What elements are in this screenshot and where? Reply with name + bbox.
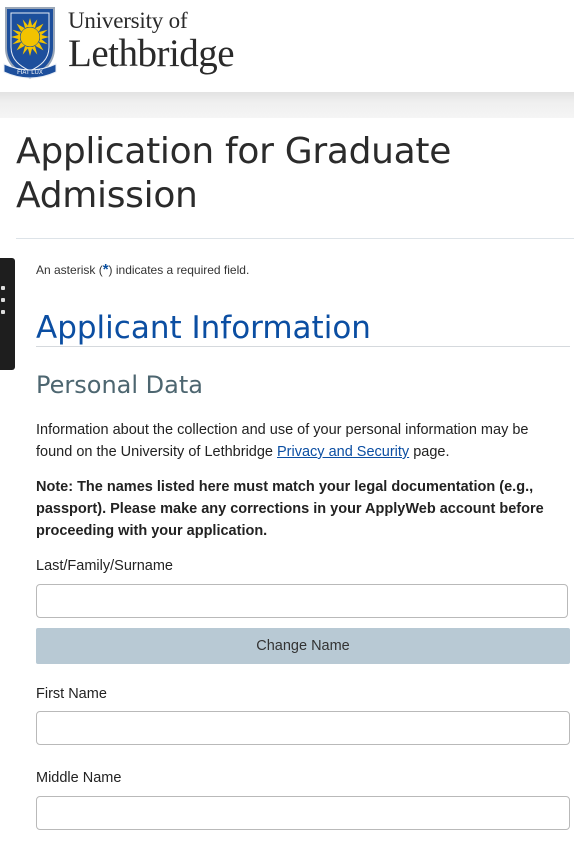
logo-line-1: University of bbox=[68, 8, 188, 33]
header-divider-band bbox=[0, 92, 574, 118]
middle-name-label: Middle Name bbox=[36, 770, 122, 786]
privacy-security-link[interactable]: Privacy and Security bbox=[277, 444, 409, 460]
section-divider bbox=[36, 346, 570, 347]
last-name-input[interactable] bbox=[36, 584, 568, 618]
university-crest-icon[interactable]: FIAT LUX bbox=[2, 4, 58, 82]
title-divider bbox=[16, 238, 574, 239]
logo-line-2: Lethbridge bbox=[68, 32, 235, 75]
first-name-input[interactable] bbox=[36, 711, 570, 745]
university-logo-text[interactable]: University of Lethbridge bbox=[68, 8, 235, 75]
required-note-prefix: An asterisk ( bbox=[36, 263, 103, 277]
site-header: FIAT LUX University of Lethbridge bbox=[0, 0, 574, 92]
menu-dot-icon bbox=[1, 286, 5, 290]
privacy-info-after: page. bbox=[409, 444, 450, 460]
menu-dot-icon bbox=[1, 310, 5, 314]
required-field-note: An asterisk (*) indicates a required fie… bbox=[36, 261, 249, 278]
page-title: Application for Graduate Admission bbox=[16, 131, 452, 216]
menu-dot-icon bbox=[1, 298, 5, 302]
privacy-info-text: Information about the collection and use… bbox=[36, 419, 566, 463]
subsection-heading: Personal Data bbox=[36, 371, 203, 399]
required-note-suffix: ) indicates a required field. bbox=[108, 263, 250, 277]
legal-name-note: Note: The names listed here must match y… bbox=[36, 479, 544, 539]
first-name-label: First Name bbox=[36, 686, 107, 702]
crest-motto: FIAT LUX bbox=[17, 70, 43, 76]
side-menu-tab[interactable] bbox=[0, 258, 15, 370]
middle-name-input[interactable] bbox=[36, 796, 570, 830]
last-name-label: Last/Family/Surname bbox=[36, 558, 173, 574]
section-heading: Applicant Information bbox=[36, 310, 371, 346]
change-name-button[interactable]: Change Name bbox=[36, 628, 570, 664]
